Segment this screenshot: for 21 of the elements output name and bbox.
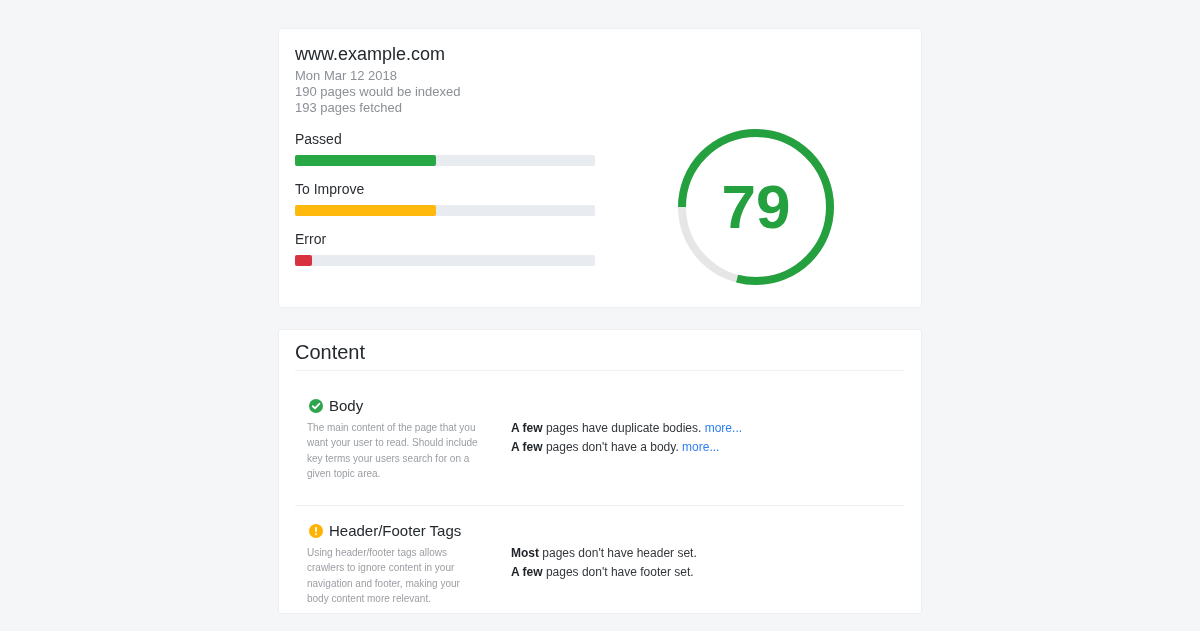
finding-text: Most pages don't have header set.	[511, 545, 698, 563]
section-heading: Content	[295, 340, 905, 371]
finding-text: A few pages have duplicate bodies. more...	[511, 420, 744, 437]
bar-label: To Improve	[295, 180, 366, 198]
section-title: Body	[329, 396, 364, 416]
exclamation-circle-icon	[309, 524, 323, 539]
meta-text: Mon Mar 12 2018	[295, 68, 398, 84]
section-title: Header/Footer Tags	[329, 521, 462, 542]
bar-label: Passed	[295, 130, 343, 148]
more-link[interactable]: more...	[682, 440, 720, 454]
description-text: Using header/footer tags allows crawlers to ignore content in your navigation and footer, making your body content more relevant.	[307, 546, 461, 607]
site-url: www.example.com	[295, 43, 447, 65]
meta-text: 190 pages would be indexed	[295, 84, 462, 100]
score-value: 79	[721, 176, 791, 238]
finding-text: A few pages don't have a body. more...	[511, 439, 721, 456]
check-circle-icon	[309, 399, 323, 413]
meta-text: 193 pages fetched	[295, 100, 403, 116]
bar-label: Error	[295, 230, 328, 248]
description-text: The main content of the page that you want your user to read. Should include key terms your users search for on a given topic area.	[307, 421, 479, 481]
more-link[interactable]: more...	[704, 421, 743, 435]
finding-text: A few pages don't have footer set.	[511, 564, 695, 582]
